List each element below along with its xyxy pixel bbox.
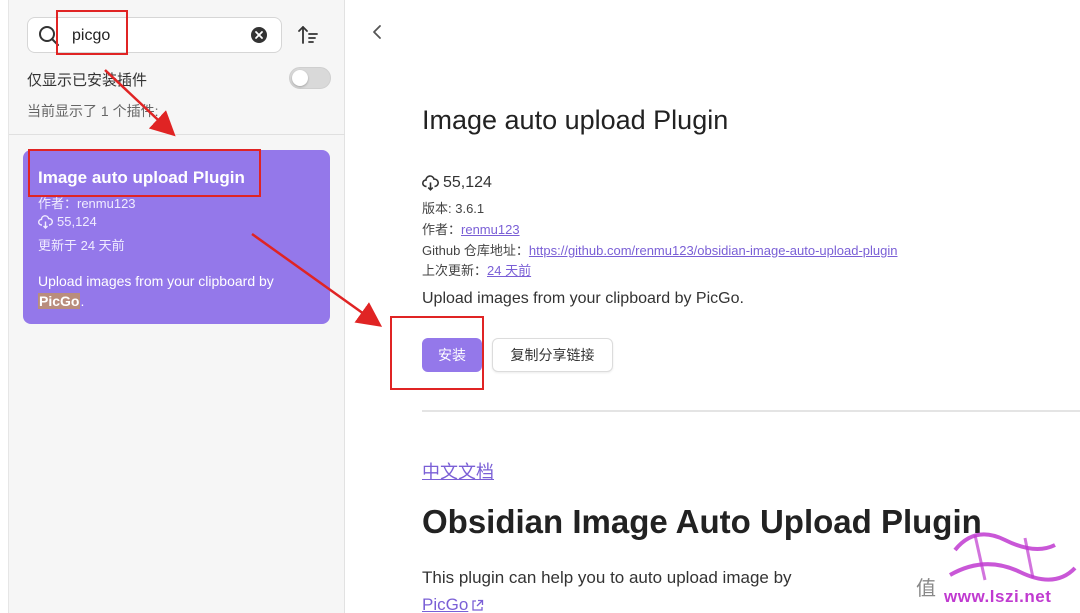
- result-count: 当前显示了 1 个插件:: [27, 103, 159, 119]
- plugin-description: Upload images from your clipboard by Pic…: [422, 290, 744, 307]
- updated-link[interactable]: 24 天前: [487, 263, 531, 278]
- sort-icon[interactable]: [297, 24, 319, 46]
- github-label: Github 仓库地址：: [422, 243, 529, 258]
- watermark-glyph: 值: [916, 578, 936, 600]
- toggle-knob: [292, 70, 308, 86]
- card-desc-suffix: .: [80, 293, 85, 309]
- download-cloud-icon: [422, 175, 439, 191]
- plugin-github-row: Github 仓库地址：https://github.com/renmu123/…: [422, 240, 897, 259]
- plugin-title: Image auto upload Plugin: [422, 105, 729, 135]
- plugin-version: 版本: 3.6.1: [422, 201, 485, 216]
- plugin-downloads: 55,124: [422, 174, 492, 192]
- installed-only-toggle[interactable]: [289, 67, 331, 89]
- author-link[interactable]: renmu123: [461, 222, 520, 237]
- sidebar-divider: [9, 134, 345, 135]
- card-desc-prefix: Upload images from your clipboard by: [38, 273, 274, 289]
- external-link-icon: [472, 599, 484, 611]
- installed-only-label: 仅显示已安装插件: [27, 72, 148, 89]
- download-cloud-icon: [38, 214, 53, 229]
- annotation-box-search: [56, 10, 128, 55]
- author-label: 作者：: [422, 222, 462, 237]
- card-downloads: 55,124: [38, 214, 97, 229]
- plugin-updated-row: 上次更新：24 天前: [422, 260, 531, 279]
- plugin-author-row: 作者：renmu123: [422, 219, 520, 238]
- annotation-box-install: [390, 316, 484, 390]
- back-chevron-icon[interactable]: [368, 22, 386, 42]
- card-downloads-count: 55,124: [57, 214, 97, 229]
- github-link[interactable]: https://github.com/renmu123/obsidian-ima…: [529, 243, 898, 258]
- detail-divider: [422, 410, 1080, 412]
- watermark-site: www.lszi.net: [944, 587, 1052, 606]
- card-desc-highlight: PicGo: [38, 293, 81, 309]
- readme-paragraph: This plugin can help you to auto upload …: [422, 568, 792, 587]
- card-updated: 更新于 24 天前: [38, 238, 125, 253]
- copy-share-link-button[interactable]: 复制分享链接: [492, 338, 613, 372]
- readme-heading: Obsidian Image Auto Upload Plugin: [422, 503, 982, 540]
- updated-label: 上次更新：: [422, 263, 488, 278]
- card-description: Upload images from your clipboard by Pic…: [38, 271, 318, 311]
- chinese-docs-link[interactable]: 中文文档: [422, 458, 494, 484]
- picgo-link[interactable]: PicGo: [422, 595, 484, 613]
- annotation-box-card-title: [28, 149, 261, 197]
- plugin-sidebar: 仅显示已安装插件 当前显示了 1 个插件: Image auto upload …: [8, 0, 345, 613]
- clear-search-icon[interactable]: [250, 26, 268, 44]
- picgo-link-text: PicGo: [422, 595, 469, 613]
- plugin-downloads-count: 55,124: [443, 174, 492, 191]
